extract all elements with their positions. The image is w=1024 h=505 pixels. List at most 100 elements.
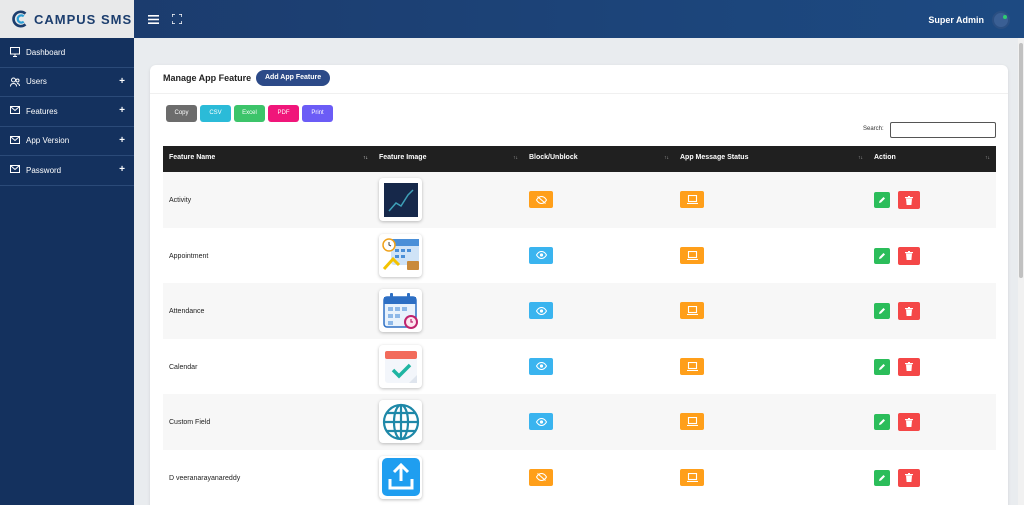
csv-button[interactable]: CSV — [200, 105, 231, 122]
fullscreen-icon[interactable] — [171, 13, 183, 27]
eye-icon — [535, 417, 547, 426]
scrollbar-thumb[interactable] — [1019, 43, 1023, 278]
laptop-icon — [686, 472, 698, 482]
table-row: Activity — [163, 172, 996, 228]
column-header-block-unblock[interactable]: Block/Unblock — [529, 154, 578, 161]
hamburger-icon[interactable] — [148, 13, 159, 27]
feature-name: Activity — [169, 197, 192, 204]
table-row: Calendar — [163, 339, 996, 395]
mail-icon — [10, 135, 20, 146]
delete-button[interactable] — [898, 246, 920, 265]
delete-button[interactable] — [898, 468, 920, 487]
edit-button[interactable] — [874, 247, 890, 264]
sidebar-item-app-version[interactable]: App Version + — [0, 127, 134, 156]
delete-button[interactable] — [898, 357, 920, 376]
expand-icon[interactable]: + — [119, 135, 125, 146]
edit-button[interactable] — [874, 192, 890, 208]
print-button[interactable]: Print — [302, 105, 333, 122]
globe-icon — [379, 400, 422, 443]
add-app-feature-button[interactable]: Add App Feature — [256, 70, 331, 86]
sidebar-item-users[interactable]: Users + — [0, 68, 134, 97]
laptop-icon — [686, 417, 698, 426]
edit-button[interactable] — [874, 303, 890, 319]
user-name[interactable]: Super Admin — [928, 15, 984, 25]
search-input[interactable] — [890, 122, 996, 138]
feature-name: Custom Field — [169, 419, 211, 426]
delete-button[interactable] — [898, 413, 920, 431]
sort-icon[interactable]: ↑↓ — [858, 155, 863, 161]
block-toggle-button[interactable] — [529, 468, 553, 486]
attendance-calendar-icon — [379, 289, 422, 332]
expand-icon[interactable]: + — [119, 105, 125, 116]
mail-icon — [10, 165, 20, 175]
column-header-feature-image[interactable]: Feature Image — [379, 154, 426, 161]
sidebar-item-features[interactable]: Features + — [0, 97, 134, 127]
column-header-action[interactable]: Action — [874, 154, 896, 161]
edit-button[interactable] — [874, 358, 890, 375]
sidebar: Dashboard Users + Features + App Version… — [0, 38, 134, 505]
block-toggle-button[interactable] — [529, 413, 553, 430]
copy-button[interactable]: Copy — [166, 105, 197, 122]
column-header-feature-name[interactable]: Feature Name — [169, 154, 215, 161]
pencil-icon — [879, 308, 885, 314]
block-toggle-button[interactable] — [529, 191, 553, 208]
feature-card: Manage App Feature Add App Feature Copy … — [150, 65, 1008, 505]
sort-icon[interactable]: ↑↓ — [664, 155, 669, 161]
sort-icon[interactable]: ↑↓ — [985, 155, 990, 161]
sidebar-item-password[interactable]: Password + — [0, 156, 134, 186]
laptop-icon — [686, 361, 698, 371]
block-toggle-button[interactable] — [529, 302, 553, 319]
block-toggle-button[interactable] — [529, 246, 553, 264]
table-header: Feature Name ↑↓ Feature Image ↑↓ Block/U… — [163, 146, 996, 172]
divider — [150, 93, 1008, 94]
sidebar-item-label: Password — [26, 165, 62, 175]
laptop-icon — [686, 306, 698, 315]
brand-name: CAMPUS SMS — [34, 11, 133, 27]
message-status-button[interactable] — [680, 302, 704, 319]
table-row: Appointment — [163, 228, 996, 284]
eye-icon — [535, 251, 547, 259]
pencil-icon — [879, 197, 885, 203]
delete-button[interactable] — [898, 302, 920, 320]
feature-name: D veeranarayanareddy — [169, 474, 241, 482]
edit-button[interactable] — [874, 469, 890, 486]
pencil-icon — [879, 474, 885, 481]
avatar[interactable] — [992, 11, 1010, 29]
monitor-icon — [10, 47, 20, 58]
delete-button[interactable] — [898, 191, 920, 209]
pdf-button[interactable]: PDF — [268, 105, 299, 122]
sidebar-item-label: Users — [26, 77, 47, 87]
table-row: Attendance — [163, 283, 996, 339]
sort-icon[interactable]: ↑↓ — [513, 155, 518, 161]
users-icon — [10, 77, 20, 87]
campus-logo-icon — [12, 10, 27, 28]
table-row: Custom Field — [163, 394, 996, 450]
message-status-button[interactable] — [680, 246, 704, 264]
pencil-icon — [879, 252, 885, 259]
expand-icon[interactable]: + — [119, 76, 125, 87]
appointment-calendar-icon — [379, 233, 422, 277]
sort-icon[interactable]: ↑↓ — [363, 155, 368, 161]
message-status-button[interactable] — [680, 191, 704, 208]
expand-icon[interactable]: + — [119, 164, 125, 175]
trash-icon — [905, 473, 913, 482]
trash-icon — [905, 195, 913, 205]
edit-button[interactable] — [874, 414, 890, 430]
sidebar-item-dashboard[interactable]: Dashboard — [0, 38, 134, 68]
column-header-app-message-status[interactable]: App Message Status — [680, 154, 748, 161]
search-label: Search: — [863, 126, 884, 132]
excel-button[interactable]: Excel — [234, 105, 265, 122]
sidebar-item-label: Dashboard — [26, 47, 66, 57]
trash-icon — [905, 362, 913, 371]
eye-icon — [535, 306, 547, 315]
brand[interactable]: CAMPUS SMS — [0, 0, 134, 38]
message-status-button[interactable] — [680, 468, 704, 486]
pencil-icon — [879, 419, 885, 425]
message-status-button[interactable] — [680, 357, 704, 375]
message-status-button[interactable] — [680, 413, 704, 430]
block-toggle-button[interactable] — [529, 357, 553, 375]
page-title: Manage App Feature — [163, 73, 252, 83]
trash-icon — [905, 417, 913, 427]
sidebar-item-label: App Version — [26, 136, 70, 146]
scrollbar[interactable] — [1018, 38, 1024, 505]
